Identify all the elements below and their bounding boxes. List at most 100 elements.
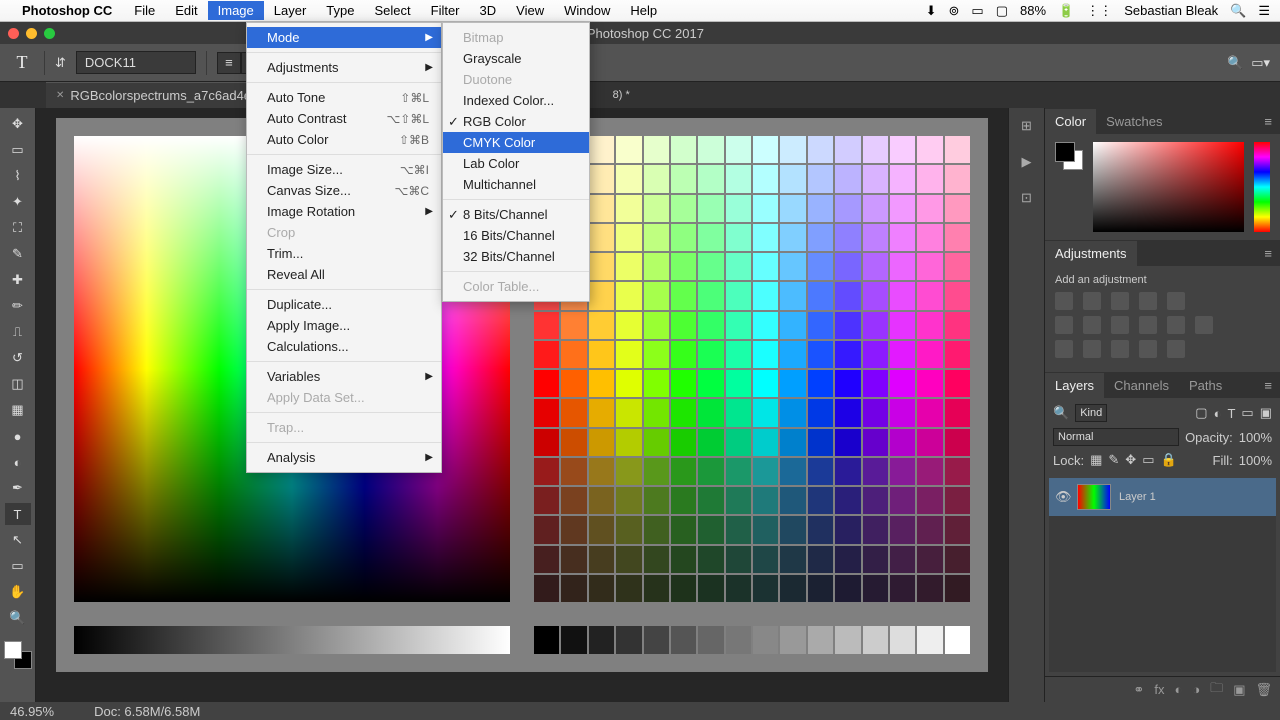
menu-item-auto-tone[interactable]: Auto Tone⇧⌘L xyxy=(247,87,441,108)
heal-tool[interactable]: ✚ xyxy=(5,269,31,291)
app-name[interactable]: Photoshop CC xyxy=(22,3,112,18)
menu-item-analysis[interactable]: Analysis▶ xyxy=(247,447,441,468)
menu-filter[interactable]: Filter xyxy=(421,1,470,20)
hue-icon[interactable] xyxy=(1055,316,1073,334)
brush-tool[interactable]: ✏ xyxy=(5,295,31,317)
menu-3d[interactable]: 3D xyxy=(470,1,507,20)
mode-item-multichannel[interactable]: Multichannel xyxy=(443,174,589,195)
gradient-tool[interactable]: ▦ xyxy=(5,399,31,421)
menu-type[interactable]: Type xyxy=(316,1,364,20)
history-brush-tool[interactable]: ↺ xyxy=(5,347,31,369)
channel-mixer-icon[interactable] xyxy=(1167,316,1185,334)
link-layers-icon[interactable]: ⚭ xyxy=(1133,682,1144,698)
mode-item-lab-color[interactable]: Lab Color xyxy=(443,153,589,174)
align-left-button[interactable]: ≡ xyxy=(217,52,241,74)
close-window-button[interactable] xyxy=(8,28,19,39)
threshold-icon[interactable] xyxy=(1111,340,1129,358)
menu-item-canvas-size-[interactable]: Canvas Size...⌥⌘C xyxy=(247,180,441,201)
menu-edit[interactable]: Edit xyxy=(165,1,207,20)
doc-size[interactable]: Doc: 6.58M/6.58M xyxy=(94,704,200,719)
timeline-icon[interactable]: ⊡ xyxy=(1021,190,1032,206)
mode-item--bits-channel[interactable]: 32 Bits/Channel xyxy=(443,246,589,267)
lock-brush-icon[interactable]: ✎ xyxy=(1108,452,1119,468)
gradient-map-icon[interactable] xyxy=(1167,340,1185,358)
history-icon[interactable]: ▶ xyxy=(1022,154,1032,170)
lock-all-icon[interactable]: 🔒 xyxy=(1160,452,1176,468)
bw-icon[interactable] xyxy=(1111,316,1129,334)
paths-tab[interactable]: Paths xyxy=(1179,373,1232,398)
magic-wand-tool[interactable]: ✦ xyxy=(5,191,31,213)
photo-filter-icon[interactable] xyxy=(1139,316,1157,334)
menu-item-apply-image-[interactable]: Apply Image... xyxy=(247,315,441,336)
menu-extras-icon[interactable]: ☰ xyxy=(1258,3,1270,19)
path-select-tool[interactable]: ↖ xyxy=(5,529,31,551)
lasso-tool[interactable]: ⌇ xyxy=(5,165,31,187)
screen-icon[interactable]: ▢ xyxy=(996,3,1008,19)
menu-item-duplicate-[interactable]: Duplicate... xyxy=(247,294,441,315)
panel-menu-icon[interactable]: ≡ xyxy=(1256,378,1280,393)
menu-image[interactable]: Image xyxy=(208,1,264,20)
menu-item-calculations-[interactable]: Calculations... xyxy=(247,336,441,357)
document-tab[interactable]: ✕ RGBcolorspectrums_a7c6ad4e-6 xyxy=(46,82,273,108)
menu-layer[interactable]: Layer xyxy=(264,1,317,20)
user-name[interactable]: Sebastian Bleak xyxy=(1124,3,1218,18)
color-picker-field[interactable] xyxy=(1093,142,1244,232)
close-tab-icon[interactable]: ✕ xyxy=(56,90,64,101)
new-group-icon[interactable]: 🗀 xyxy=(1210,679,1223,701)
swatches-tab[interactable]: Swatches xyxy=(1096,109,1172,134)
mode-item-indexed-color-[interactable]: Indexed Color... xyxy=(443,90,589,111)
menu-item-mode[interactable]: Mode▶ xyxy=(247,27,441,48)
zoom-tool[interactable]: 🔍 xyxy=(5,607,31,629)
mode-item--bits-channel[interactable]: 16 Bits/Channel xyxy=(443,225,589,246)
filter-adjust-icon[interactable]: ◐ xyxy=(1214,406,1222,421)
pen-tool[interactable]: ✒ xyxy=(5,477,31,499)
new-fill-icon[interactable]: ◑ xyxy=(1192,682,1200,697)
menu-select[interactable]: Select xyxy=(364,1,420,20)
blend-mode-select[interactable]: Normal xyxy=(1053,428,1179,446)
visibility-toggle-icon[interactable]: 👁 xyxy=(1055,489,1069,505)
mode-item-grayscale[interactable]: Grayscale xyxy=(443,48,589,69)
filter-shape-icon[interactable]: ▭ xyxy=(1241,405,1253,421)
marquee-tool[interactable]: ▭ xyxy=(5,139,31,161)
curves-icon[interactable] xyxy=(1111,292,1129,310)
hue-slider[interactable] xyxy=(1254,142,1270,232)
properties-icon[interactable]: ⊞ xyxy=(1021,118,1032,134)
brightness-icon[interactable] xyxy=(1055,292,1073,310)
filter-image-icon[interactable]: ▢ xyxy=(1195,405,1207,421)
panel-menu-icon[interactable]: ≡ xyxy=(1256,114,1280,129)
channels-tab[interactable]: Channels xyxy=(1104,373,1179,398)
lut-icon[interactable] xyxy=(1195,316,1213,334)
battery-icon[interactable]: 🔋 xyxy=(1058,3,1074,19)
maximize-window-button[interactable] xyxy=(44,28,55,39)
invert-icon[interactable] xyxy=(1055,340,1073,358)
sync-icon[interactable]: ⊚ xyxy=(948,3,959,19)
menu-item-image-size-[interactable]: Image Size...⌥⌘I xyxy=(247,159,441,180)
wifi-icon[interactable]: ⋮⋮ xyxy=(1086,3,1112,19)
menu-item-variables[interactable]: Variables▶ xyxy=(247,366,441,387)
lock-artboard-icon[interactable]: ▭ xyxy=(1142,452,1154,468)
lock-pixels-icon[interactable]: ▦ xyxy=(1090,452,1102,468)
menu-window[interactable]: Window xyxy=(554,1,620,20)
move-tool[interactable]: ✥ xyxy=(5,113,31,135)
menu-item-auto-contrast[interactable]: Auto Contrast⌥⇧⌘L xyxy=(247,108,441,129)
minimize-window-button[interactable] xyxy=(26,28,37,39)
layer-fx-icon[interactable]: fx xyxy=(1154,682,1164,697)
stamp-tool[interactable]: ⎍ xyxy=(5,321,31,343)
lock-position-icon[interactable]: ✥ xyxy=(1125,452,1136,468)
layer-row[interactable]: 👁 Layer 1 xyxy=(1049,478,1276,516)
balance-icon[interactable] xyxy=(1083,316,1101,334)
filter-kind-icon[interactable]: 🔍 xyxy=(1053,405,1069,421)
levels-icon[interactable] xyxy=(1083,292,1101,310)
mode-item-cmyk-color[interactable]: CMYK Color xyxy=(443,132,589,153)
selective-color-icon[interactable] xyxy=(1139,340,1157,358)
zoom-level[interactable]: 46.95% xyxy=(10,704,54,719)
filter-kind-select[interactable]: Kind xyxy=(1075,404,1107,422)
foreground-background-swatch[interactable] xyxy=(4,641,32,669)
display-icon[interactable]: ▭ xyxy=(971,3,983,19)
layer-thumbnail[interactable] xyxy=(1077,484,1111,510)
delete-layer-icon[interactable]: 🗑 xyxy=(1255,682,1272,698)
filter-smart-icon[interactable]: ▣ xyxy=(1260,405,1272,421)
blur-tool[interactable]: ● xyxy=(5,425,31,447)
dodge-tool[interactable]: ◐ xyxy=(5,451,31,473)
menu-item-image-rotation[interactable]: Image Rotation▶ xyxy=(247,201,441,222)
